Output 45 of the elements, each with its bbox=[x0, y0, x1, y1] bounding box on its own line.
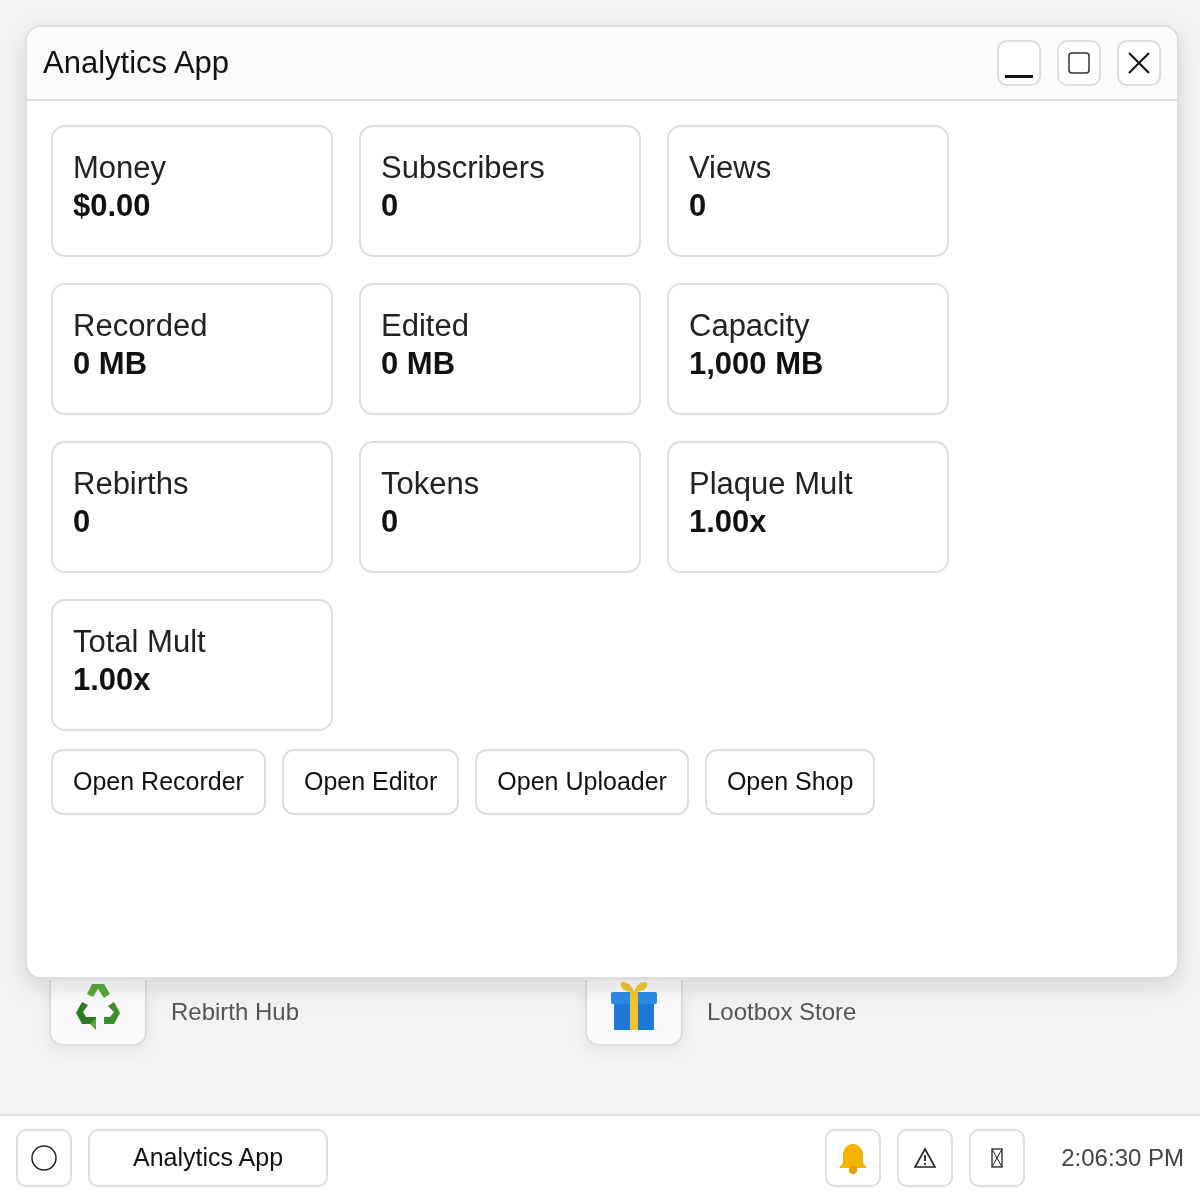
warning-icon bbox=[913, 1147, 938, 1169]
stat-value: $0.00 bbox=[73, 187, 152, 226]
stat-value: 0 MB bbox=[381, 345, 457, 384]
maximize-button[interactable] bbox=[1057, 40, 1101, 86]
open-button[interactable]: Open Recorder bbox=[51, 749, 266, 815]
tray-button[interactable] bbox=[897, 1129, 954, 1187]
stat-label: Total Mult bbox=[73, 623, 207, 661]
minimize-button[interactable] bbox=[997, 40, 1041, 86]
stat-label: Plaque Mult bbox=[689, 465, 854, 503]
missing-glyph-icon bbox=[991, 1148, 1004, 1168]
stat-label: Views bbox=[689, 149, 773, 187]
stat-label: Tokens bbox=[381, 465, 481, 503]
start-button[interactable] bbox=[16, 1129, 72, 1187]
stat-value: 1,000 MB bbox=[689, 345, 825, 384]
close-button[interactable] bbox=[1117, 40, 1161, 86]
open-button[interactable]: Open Editor bbox=[281, 749, 460, 815]
close-icon bbox=[1127, 51, 1151, 75]
app-tile[interactable] bbox=[49, 980, 147, 1046]
stat-label: Capacity bbox=[689, 307, 811, 345]
app-label: Lootbox Store bbox=[707, 997, 857, 1027]
app-label: Rebirth Hub bbox=[171, 997, 300, 1027]
gift-icon bbox=[609, 980, 659, 1032]
stat-value: 0 MB bbox=[73, 345, 149, 384]
taskbar-app-button[interactable]: Analytics App bbox=[88, 1129, 328, 1187]
open-button[interactable]: Open Uploader bbox=[475, 749, 689, 815]
clock: 2:06:30 PM bbox=[1061, 1143, 1184, 1173]
circle-icon bbox=[30, 1144, 58, 1172]
stat-label: Money bbox=[73, 149, 168, 187]
minimize-icon bbox=[1005, 75, 1033, 78]
stat-value: 0 bbox=[381, 503, 400, 542]
stat-label: Rebirths bbox=[73, 465, 190, 503]
window-title: Analytics App bbox=[43, 43, 230, 82]
app-tile[interactable] bbox=[585, 980, 683, 1046]
stat-value: 1.00x bbox=[689, 503, 768, 542]
stat-value: 1.00x bbox=[73, 661, 152, 700]
stat-value: 0 bbox=[381, 187, 400, 226]
stat-label: Recorded bbox=[73, 307, 209, 345]
open-button[interactable]: Open Shop bbox=[704, 749, 876, 815]
stat-value: 0 bbox=[73, 503, 92, 542]
tray-button[interactable] bbox=[969, 1129, 1026, 1187]
bell-icon bbox=[838, 1142, 869, 1174]
maximize-icon bbox=[1068, 52, 1090, 74]
stat-value: 0 bbox=[689, 187, 708, 226]
stat-label: Edited bbox=[381, 307, 470, 345]
stat-label: Subscribers bbox=[381, 149, 546, 187]
